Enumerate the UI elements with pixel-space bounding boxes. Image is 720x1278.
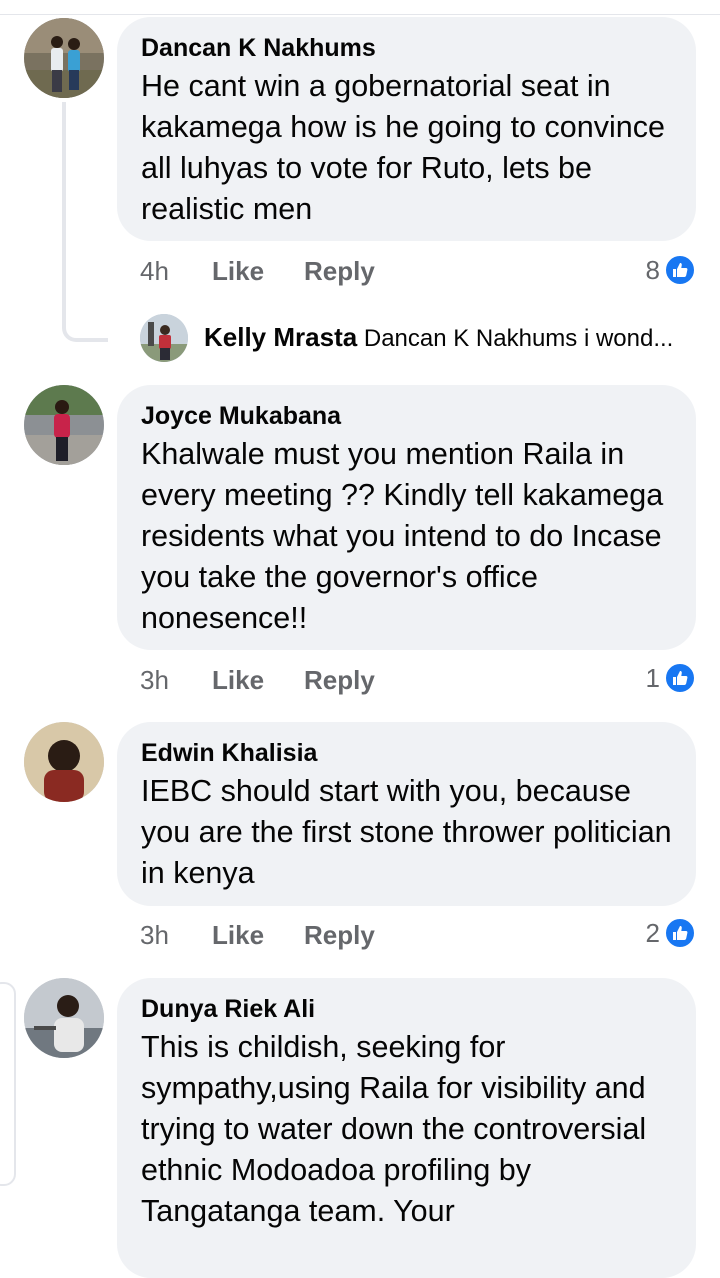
reply-snippet: Kelly Mrasta Dancan K Nakhums i wond... bbox=[204, 320, 673, 356]
reply-button[interactable]: Reply bbox=[304, 256, 375, 287]
left-edge-frame bbox=[0, 982, 16, 1186]
reaction-count: 2 bbox=[645, 917, 660, 948]
comment-text: This is childish, seeking for sympathy,u… bbox=[141, 1030, 647, 1228]
reaction-count: 1 bbox=[645, 662, 660, 693]
like-button[interactable]: Like bbox=[212, 665, 264, 696]
comment-text: IEBC should start with you, because you … bbox=[141, 774, 672, 890]
reaction-summary[interactable]: 8 bbox=[646, 254, 696, 286]
like-badge-icon bbox=[664, 254, 696, 286]
avatar[interactable] bbox=[24, 18, 104, 98]
comment-time[interactable]: 4h bbox=[140, 256, 169, 287]
comment-time[interactable]: 3h bbox=[140, 920, 169, 951]
comment-author[interactable]: Dancan K Nakhums bbox=[141, 33, 672, 63]
reply-button[interactable]: Reply bbox=[304, 920, 375, 951]
reply-button[interactable]: Reply bbox=[304, 665, 375, 696]
comment-author[interactable]: Edwin Khalisia bbox=[141, 738, 672, 768]
comment-bubble: Dunya Riek Ali This is childish, seeking… bbox=[117, 978, 696, 1278]
thread-connector bbox=[62, 102, 108, 342]
like-button[interactable]: Like bbox=[212, 256, 264, 287]
comment-bubble: Edwin Khalisia IEBC should start with yo… bbox=[117, 722, 696, 906]
like-badge-icon bbox=[664, 662, 696, 694]
comment-author[interactable]: Dunya Riek Ali bbox=[141, 994, 672, 1024]
reply-avatar[interactable] bbox=[140, 314, 188, 362]
comment-bubble: Joyce Mukabana Khalwale must you mention… bbox=[117, 385, 696, 650]
like-badge-icon bbox=[664, 917, 696, 949]
comment-author[interactable]: Joyce Mukabana bbox=[141, 401, 672, 431]
reply-author[interactable]: Kelly Mrasta bbox=[204, 322, 357, 352]
reply-preview[interactable]: Kelly Mrasta Dancan K Nakhums i wond... bbox=[140, 314, 700, 362]
reaction-summary[interactable]: 1 bbox=[646, 662, 696, 694]
like-button[interactable]: Like bbox=[212, 920, 264, 951]
reaction-summary[interactable]: 2 bbox=[646, 917, 696, 949]
top-divider bbox=[0, 14, 720, 15]
reaction-count: 8 bbox=[645, 254, 660, 285]
avatar[interactable] bbox=[24, 722, 104, 802]
avatar[interactable] bbox=[24, 978, 104, 1058]
comment-text: He cant win a gobernatorial seat in kaka… bbox=[141, 69, 665, 226]
avatar[interactable] bbox=[24, 385, 104, 465]
reply-text: Dancan K Nakhums i wond... bbox=[363, 325, 674, 352]
comment-time[interactable]: 3h bbox=[140, 665, 169, 696]
comment-bubble: Dancan K Nakhums He cant win a gobernato… bbox=[117, 17, 696, 241]
comment-text: Khalwale must you mention Raila in every… bbox=[141, 437, 664, 635]
